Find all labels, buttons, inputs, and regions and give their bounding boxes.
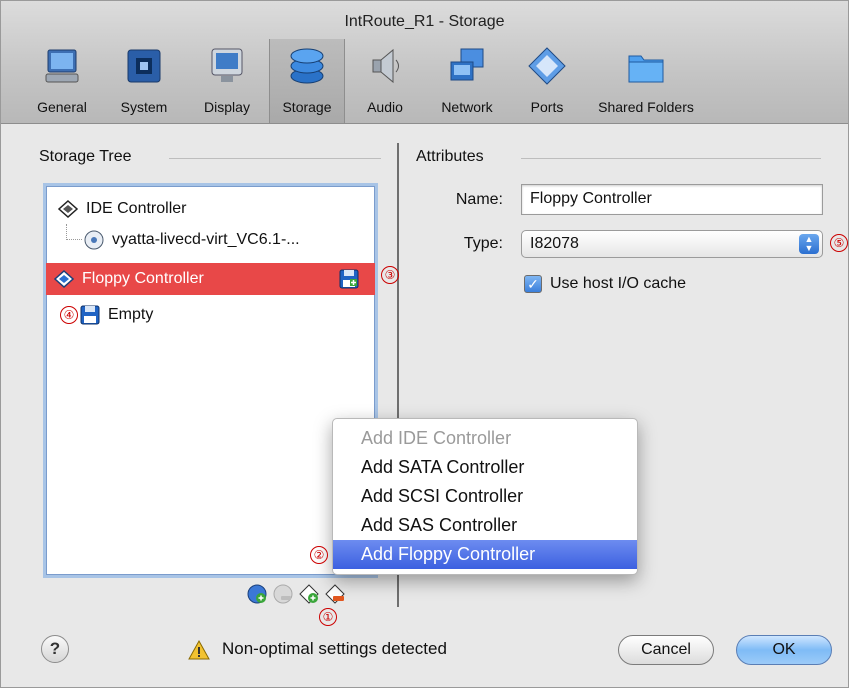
tab-general-label: General (37, 99, 87, 115)
tab-display-label: Display (204, 99, 250, 115)
callout-2: ② (310, 546, 328, 564)
menu-item-add-ide-controller[interactable]: Add IDE Controller (333, 424, 637, 453)
remove-controller-icon[interactable] (324, 583, 346, 605)
tree-item-floppy-controller[interactable]: Floppy Controller (46, 263, 375, 295)
tab-audio-label: Audio (367, 99, 403, 115)
tree-item-empty-floppy[interactable]: ④ Empty (46, 299, 375, 331)
tree-item-cd-image[interactable]: vyatta-livecd-virt_VC6.1-... (46, 224, 375, 256)
tree-item-label: vyatta-livecd-virt_VC6.1-... (112, 231, 300, 248)
warning-text: Non-optimal settings detected (222, 639, 447, 658)
speaker-icon (372, 48, 399, 84)
callout-3: ③ (381, 266, 399, 284)
tab-system[interactable]: System (109, 39, 179, 123)
type-select[interactable]: I82078 ▲ ▼ (521, 230, 823, 258)
type-label: Type: (463, 235, 503, 252)
tree-item-label: Floppy Controller (82, 270, 204, 287)
help-button[interactable]: ? (41, 635, 69, 663)
add-floppy-disk-icon[interactable] (339, 269, 359, 289)
name-label: Name: (455, 191, 503, 208)
folder-icon (628, 55, 664, 83)
ide-controller-icon (58, 199, 78, 219)
tab-network[interactable]: Network (429, 39, 505, 123)
tab-ports[interactable]: Ports (518, 39, 576, 123)
tab-storage-label: Storage (282, 99, 332, 115)
monitor-general-icon (45, 49, 79, 83)
tree-item-label: IDE Controller (86, 200, 187, 217)
add-controller-icon[interactable] (298, 583, 320, 605)
tab-display[interactable]: Display (192, 39, 262, 123)
storage-disks-icon (290, 48, 324, 84)
add-controller-menu: Add IDE Controller Add SATA Controller A… (332, 418, 638, 575)
tab-ports-label: Ports (530, 99, 564, 115)
tab-audio[interactable]: Audio (355, 39, 415, 123)
cd-disc-icon (84, 230, 104, 250)
host-cache-label: Use host I/O cache (550, 275, 687, 292)
menu-item-add-sata-controller[interactable]: Add SATA Controller (333, 453, 637, 482)
callout-5: ⑤ (830, 234, 848, 252)
storage-tree[interactable]: IDE Controller vyatta-livecd-virt_VC6.1-… (43, 183, 378, 578)
storage-tree-heading: Storage Tree (39, 148, 132, 165)
remove-disk-icon[interactable] (272, 583, 294, 605)
floppy-disk-icon (80, 305, 100, 325)
callout-4: ④ (60, 306, 78, 324)
tab-shared-folders[interactable]: Shared Folders (583, 39, 709, 123)
storage-tree-rule (169, 158, 381, 159)
tab-shared-folders-label: Shared Folders (598, 99, 694, 115)
network-icon (450, 48, 484, 81)
display-icon (211, 48, 243, 82)
ok-button[interactable]: OK (736, 635, 832, 665)
floppy-controller-icon (54, 269, 74, 289)
add-disk-icon[interactable] (246, 583, 268, 605)
host-cache-checkbox[interactable]: ✓ (524, 275, 542, 293)
tree-item-ide-controller[interactable]: IDE Controller (46, 193, 375, 225)
attributes-rule (521, 158, 821, 159)
menu-item-add-floppy-controller[interactable]: Add Floppy Controller (333, 540, 637, 569)
attributes-heading: Attributes (416, 148, 484, 165)
ports-icon (528, 47, 566, 85)
menu-item-add-sas-controller[interactable]: Add SAS Controller (333, 511, 637, 540)
window-title: IntRoute_R1 - Storage (344, 13, 505, 30)
cancel-button[interactable]: Cancel (618, 635, 714, 665)
tab-system-label: System (120, 99, 168, 115)
toolbar: IntRoute_R1 - Storage General System Dis… (1, 1, 848, 124)
tab-storage[interactable]: Storage (269, 39, 345, 123)
menu-item-add-scsi-controller[interactable]: Add SCSI Controller (333, 482, 637, 511)
chip-icon (127, 49, 161, 83)
tab-network-label: Network (441, 99, 493, 115)
callout-1: ① (319, 608, 337, 626)
storage-settings-window: IntRoute_R1 - Storage General System Dis… (0, 0, 849, 688)
warning-icon (188, 639, 210, 660)
name-field[interactable]: Floppy Controller (521, 184, 823, 215)
select-arrows-icon: ▲ ▼ (799, 234, 819, 254)
tree-item-label: Empty (108, 306, 154, 323)
type-select-value: I82078 (530, 235, 579, 252)
tab-general[interactable]: General (27, 39, 97, 123)
